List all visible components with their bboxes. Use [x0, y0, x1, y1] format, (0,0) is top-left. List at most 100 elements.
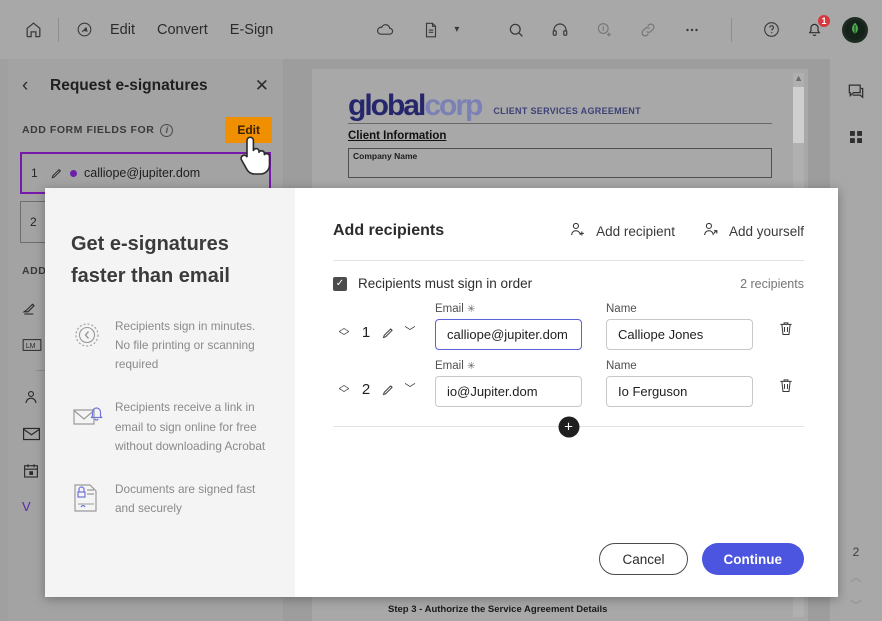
delete-icon[interactable] [777, 319, 795, 350]
email-label-text: Email [435, 303, 464, 315]
scroll-up-icon[interactable]: ▲ [794, 73, 803, 83]
add-yourself-label: Add yourself [728, 223, 804, 239]
cloud-icon[interactable] [370, 15, 400, 45]
recipient-actions: Add recipient Add yourself [568, 220, 804, 242]
page-thumbnails-icon[interactable] [847, 128, 865, 151]
logo-part-1: global [348, 89, 426, 122]
app-root: Edit Convert E-Sign ▾ 1 ‹ Request e-sign… [0, 0, 882, 621]
name-field-group: Name [606, 303, 753, 350]
email-field-group: Email ✳ [435, 360, 582, 407]
search-icon[interactable] [501, 15, 531, 45]
comment-icon[interactable] [846, 81, 866, 106]
document-content: globalcorp CLIENT SERVICES AGREEMENT Cli… [312, 69, 808, 178]
company-logo: globalcorp [348, 89, 483, 122]
mouse-cursor [236, 132, 278, 183]
add-row-divider: + [333, 416, 804, 437]
recipient-rows: ︿ ﹀ 1 ﹀ Email ✳ calliope@jupiter.dom Nam… [333, 303, 804, 437]
sign-in-order-checkbox[interactable]: ✓ [333, 276, 347, 291]
promo-feature-text: Recipients receive a link in email to si… [115, 400, 266, 453]
top-toolbar: Edit Convert E-Sign ▾ 1 [0, 0, 882, 59]
sign-order-row: ✓ Recipients must sign in order 2 recipi… [333, 276, 804, 291]
email-input[interactable] [435, 319, 582, 350]
recipient-row: ︿ ﹀ 2 ﹀ Email ✳ io@Jupiter.dom Name Io F… [333, 360, 804, 407]
close-icon[interactable]: ✕ [255, 76, 269, 96]
chevron-up-icon[interactable]: ︿ [851, 569, 862, 585]
required-mark: ✳ [466, 304, 476, 315]
agreement-title: CLIENT SERVICES AGREEMENT [493, 106, 641, 116]
recipient-count: 2 recipients [740, 276, 804, 291]
document-icon[interactable] [416, 15, 446, 45]
required-mark: ✳ [466, 361, 476, 372]
avatar[interactable] [842, 16, 868, 43]
role-chevron-down-icon[interactable]: ﹀ [399, 380, 421, 407]
document-rule [348, 123, 772, 124]
recipients-panel: Add recipients Add recipient Add yoursel… [295, 188, 838, 597]
menu-edit[interactable]: Edit [99, 18, 146, 42]
add-recipients-dialog: Get e-signatures faster than email Recip… [45, 188, 838, 597]
menu-convert[interactable]: Convert [146, 18, 219, 42]
promo-feature: Recipients receive a link in email to si… [71, 398, 269, 456]
recipients-header: Add recipients Add recipient Add yoursel… [333, 220, 804, 242]
signature-pen-icon[interactable] [377, 324, 399, 350]
email-input[interactable] [435, 376, 582, 407]
delete-icon[interactable] [777, 376, 795, 407]
name-input[interactable] [606, 319, 753, 350]
chip-number: 1 [31, 166, 38, 180]
add-row-icon[interactable]: + [558, 416, 579, 437]
recipient-order-number: 2 [361, 381, 371, 398]
name-input[interactable] [606, 376, 753, 407]
promo-feature-text: Documents are signed fast and securely [115, 482, 256, 516]
panel-header: ‹ Request e-signatures ✕ [8, 59, 283, 113]
info-icon[interactable]: i [160, 123, 174, 137]
email-label: Email ✳ [435, 360, 582, 372]
page-title: Request e-signatures [50, 77, 208, 94]
logo-part-2: corp [424, 89, 483, 122]
record-voice-icon[interactable] [589, 15, 619, 45]
toolbar-divider-right [731, 17, 732, 42]
notification-badge: 1 [817, 13, 831, 28]
more-options-icon[interactable] [677, 15, 707, 45]
svg-text:LM: LM [26, 343, 36, 350]
add-recipient-button[interactable]: Add recipient [568, 220, 675, 242]
chip-number: 2 [30, 215, 37, 229]
clock-icon [71, 317, 115, 375]
promo-feature-text: Recipients sign in minutes. No file prin… [115, 318, 256, 372]
signature-pen-icon[interactable] [377, 381, 399, 407]
document-footer-step: Step 3 - Authorize the Service Agreement… [388, 604, 608, 615]
reorder-control[interactable]: ︿ ﹀ [333, 323, 355, 350]
chevron-down-icon[interactable]: ﹀ [851, 597, 862, 613]
headphones-icon[interactable] [545, 15, 575, 45]
link-icon[interactable] [633, 15, 663, 45]
add-yourself-button[interactable]: Add yourself [701, 220, 804, 242]
signature-pen-icon [46, 165, 68, 181]
move-down-icon[interactable]: ﹀ [339, 389, 350, 400]
tools-icon[interactable] [69, 15, 99, 45]
document-scrollbar-thumb[interactable] [793, 87, 804, 143]
add-yourself-icon [701, 220, 720, 242]
role-chevron-down-icon[interactable]: ﹀ [399, 323, 421, 350]
email-field-group: Email ✳ [435, 303, 582, 350]
chevron-left-icon[interactable]: ‹ [22, 75, 44, 97]
toolbar-divider [58, 17, 59, 42]
toolbar-right-group: 1 [501, 13, 882, 45]
dialog-title: Add recipients [333, 222, 445, 239]
promo-feature: Recipients sign in minutes. No file prin… [71, 317, 269, 375]
cancel-button[interactable]: Cancel [599, 543, 688, 575]
document-chevron-down-icon[interactable]: ▾ [454, 24, 459, 35]
continue-button[interactable]: Continue [701, 543, 804, 575]
menu-esign[interactable]: E-Sign [219, 18, 285, 42]
move-down-icon[interactable]: ﹀ [339, 332, 350, 343]
document-field-box: Company Name [348, 148, 772, 178]
add-recipient-icon [568, 220, 587, 242]
recipient-color-dot [70, 169, 77, 177]
home-icon[interactable] [18, 15, 48, 45]
page-number: 2 [852, 545, 860, 559]
help-icon[interactable] [756, 15, 786, 45]
notifications-icon[interactable]: 1 [800, 13, 831, 44]
promo-title: Get e-signatures faster than email [71, 228, 269, 293]
email-label-text: Email [435, 360, 464, 372]
reorder-control[interactable]: ︿ ﹀ [333, 380, 355, 407]
name-label: Name [606, 360, 637, 372]
header-divider [333, 260, 804, 261]
promo-title-line1: Get e-signatures [71, 233, 229, 255]
